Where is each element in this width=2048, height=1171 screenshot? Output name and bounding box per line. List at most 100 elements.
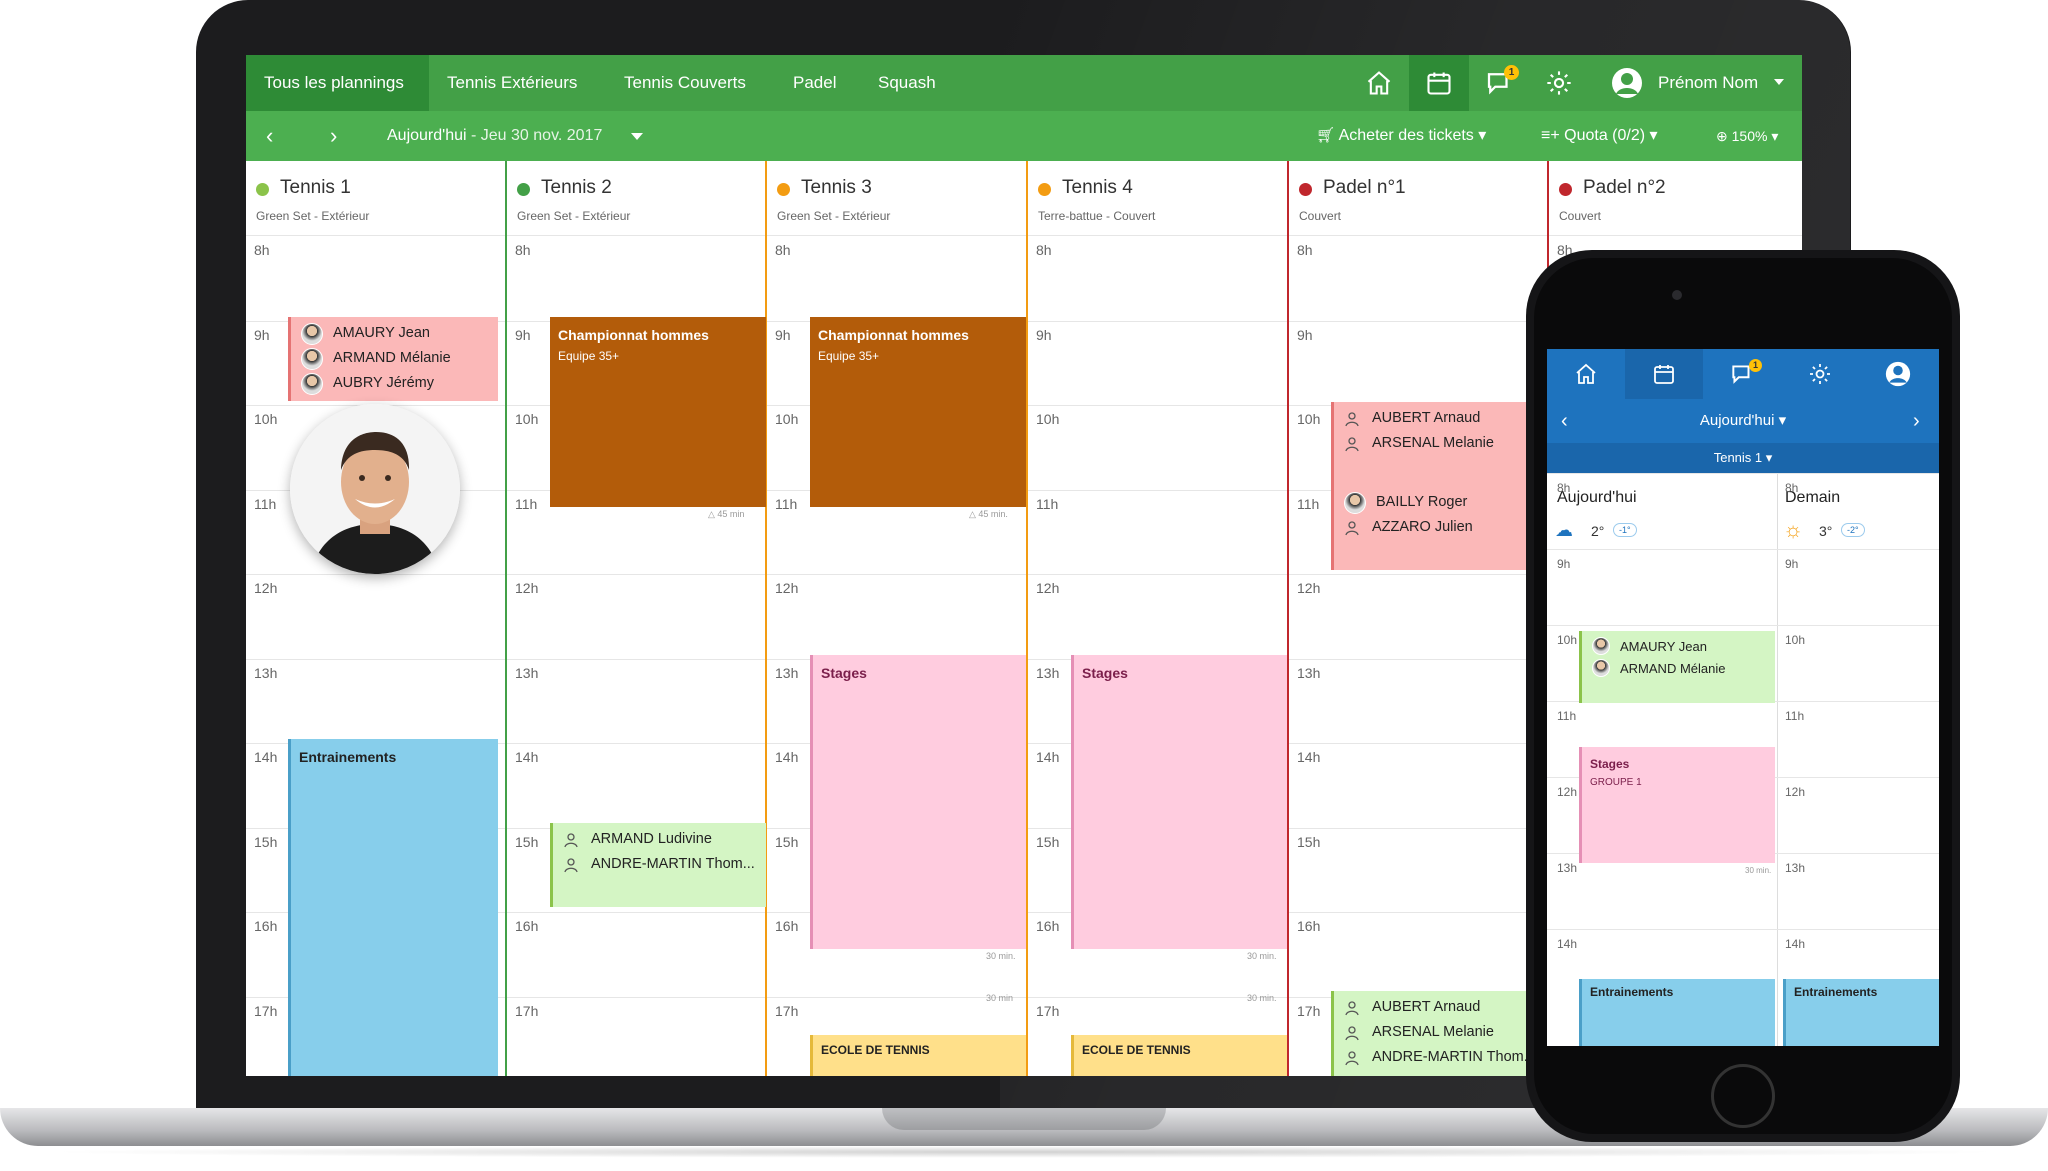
event-ecole-t3[interactable]: ECOLE DE TENNIS	[810, 1035, 1026, 1076]
column-name: Padel n°2	[1583, 177, 1666, 198]
event-stages-t4[interactable]: Stages	[1071, 655, 1287, 949]
player-name: BAILLY Roger	[1376, 494, 1468, 510]
chat-icon[interactable]: 1	[1469, 55, 1529, 111]
hour-label: 10h	[254, 411, 278, 427]
hour-line	[1289, 320, 1548, 322]
event-title: Entrainements	[1794, 985, 1878, 999]
booking-padel1-11h[interactable]: BAILLY Roger AZZARO Julien	[1331, 486, 1551, 570]
next-arrow-icon[interactable]: ›	[1913, 399, 1920, 443]
booking-padel1-10h[interactable]: AUBERT Arnaud ARSENAL Melanie	[1331, 402, 1551, 486]
date-selector[interactable]: Aujourd'hui - Jeu 30 nov. 2017	[387, 111, 602, 161]
player-row: ARMAND Ludivine	[553, 827, 766, 852]
event-championnat-t2[interactable]: Championnat hommes Equipe 35+	[550, 317, 766, 507]
hour-label: 15h	[775, 833, 799, 850]
booking-tennis2-15h[interactable]: ARMAND Ludivine ANDRE-MARTIN Thom...	[550, 823, 766, 907]
hour-label: 8h	[775, 242, 791, 258]
chevron-down-icon[interactable]	[631, 133, 643, 140]
event-stages-t3[interactable]: Stages	[810, 655, 1026, 949]
hour-label: 9h	[1557, 557, 1571, 571]
hour-line	[1028, 405, 1288, 406]
home-icon[interactable]	[1547, 349, 1625, 399]
user-avatar-icon[interactable]	[1612, 68, 1642, 98]
hour-label: 8h	[1036, 242, 1052, 258]
quota-button[interactable]: ≡+ Quota (0/2) ▾	[1541, 111, 1658, 161]
next-arrow-icon[interactable]: ›	[330, 111, 337, 161]
event-entrainements[interactable]: Entrainements	[288, 739, 498, 1076]
home-icon[interactable]	[1349, 55, 1409, 111]
user-name[interactable]: Prénom Nom	[1658, 55, 1758, 111]
tab-squash[interactable]: Squash	[860, 55, 954, 111]
player-name: ARMAND Mélanie	[1620, 660, 1726, 676]
column-name: Tennis 1	[280, 177, 351, 198]
event-championnat-t3[interactable]: Championnat hommes Equipe 35+	[810, 317, 1026, 507]
calendar-icon[interactable]	[1625, 349, 1703, 399]
calendar-icon[interactable]	[1409, 55, 1469, 111]
phone-date-selector[interactable]: Aujourd'hui ▾	[1547, 399, 1939, 443]
hour-label: 9h	[1036, 326, 1052, 343]
court-selector[interactable]: Tennis 1 ▾	[1547, 443, 1939, 473]
hour-label: 11h	[775, 495, 798, 512]
laptop-notch	[882, 1108, 1166, 1130]
chevron-down-icon[interactable]	[1774, 79, 1784, 85]
hour-line	[1547, 625, 1939, 626]
hour-line	[1549, 235, 1802, 236]
player-name: ARSENAL Melanie	[1372, 435, 1494, 451]
column-header[interactable]: Padel n°2 Couvert	[1549, 161, 1802, 236]
player-name: AUBERT Arnaud	[1372, 999, 1481, 1015]
column-header[interactable]: Tennis 4 Terre-battue - Couvert	[1028, 161, 1288, 236]
gear-icon[interactable]	[1781, 349, 1859, 399]
column-subtitle: Couvert	[1559, 209, 1602, 223]
column-subtitle: Green Set - Extérieur	[517, 209, 631, 223]
tab-tennis-exterieurs[interactable]: Tennis Extérieurs	[429, 55, 595, 111]
hour-label: 14h	[1297, 749, 1321, 765]
user-avatar-icon[interactable]	[1859, 349, 1937, 399]
hour-label: 16h	[254, 918, 278, 934]
day-divider	[1777, 473, 1778, 1046]
hour-label: 10h	[1557, 633, 1578, 647]
player-row: ARMAND Mélanie	[291, 346, 498, 371]
phone-court-bar: Tennis 1 ▾	[1547, 443, 1939, 473]
column-divider	[765, 161, 767, 1076]
player-row: ARSENAL Melanie	[1334, 1020, 1551, 1045]
hour-label: 12h	[1297, 580, 1321, 596]
hour-line	[507, 658, 766, 660]
avatar	[1344, 491, 1366, 514]
day2-temp: 3°	[1819, 523, 1833, 539]
hour-label: 11h	[515, 495, 538, 512]
column-header[interactable]: Tennis 1 Green Set - Extérieur	[246, 161, 506, 236]
player-row: ANDRE-MARTIN Thom...	[553, 852, 766, 877]
person-icon	[1345, 1025, 1359, 1040]
hour-label: 17h	[775, 1002, 799, 1019]
tab-all-plannings[interactable]: Tous les plannings	[246, 55, 429, 111]
tab-tennis-couverts[interactable]: Tennis Couverts	[606, 55, 764, 111]
chat-icon[interactable]: 1	[1703, 349, 1781, 399]
status-dot	[1038, 183, 1051, 196]
phone-event-training2[interactable]: Entrainements	[1783, 979, 1939, 1046]
booking-padel1-17h[interactable]: AUBERT Arnaud ARSENAL Melanie ANDRE-MART…	[1331, 991, 1551, 1076]
event-title: Entrainements	[1590, 985, 1674, 999]
prev-arrow-icon[interactable]: ‹	[266, 111, 273, 161]
tab-padel[interactable]: Padel	[775, 55, 854, 111]
phone-event-stages[interactable]: Stages GROUPE 1	[1579, 747, 1775, 863]
phone-home-button[interactable]	[1711, 1064, 1775, 1128]
hour-label: 8h	[1297, 242, 1313, 258]
buy-tickets-button[interactable]: 🛒︎ Acheter des tickets ▾	[1316, 111, 1486, 161]
phone-event-training1[interactable]: Entrainements	[1579, 979, 1775, 1046]
sun-icon: ☼	[1783, 517, 1804, 542]
column-grid[interactable]: 8h 9h 10h 11h 12h 13h 14h 15h 16h 17h	[1289, 235, 1548, 1076]
column-header[interactable]: Tennis 3 Green Set - Extérieur	[767, 161, 1027, 236]
player-name: ARMAND Mélanie	[333, 350, 451, 366]
column-header[interactable]: Tennis 2 Green Set - Extérieur	[507, 161, 766, 236]
cart-icon: 🛒︎	[1316, 127, 1336, 144]
hour-label: 12h	[254, 580, 278, 596]
booking-tennis1-9h[interactable]: AMAURY Jean ARMAND Mélanie AUBRY Jérémy	[288, 317, 498, 401]
hour-line	[1289, 827, 1548, 829]
zoom-button[interactable]: ⊕ 150% ▾	[1716, 111, 1778, 161]
person-icon	[1345, 520, 1359, 535]
phone-booking-9h[interactable]: AMAURY Jean ARMAND Mélanie	[1579, 631, 1775, 703]
gear-icon[interactable]	[1529, 55, 1589, 111]
player-photo-avatar	[290, 404, 460, 574]
hour-line	[767, 235, 1027, 236]
column-header[interactable]: Padel n°1 Couvert	[1289, 161, 1548, 236]
event-ecole-t4[interactable]: ECOLE DE TENNIS	[1071, 1035, 1287, 1076]
